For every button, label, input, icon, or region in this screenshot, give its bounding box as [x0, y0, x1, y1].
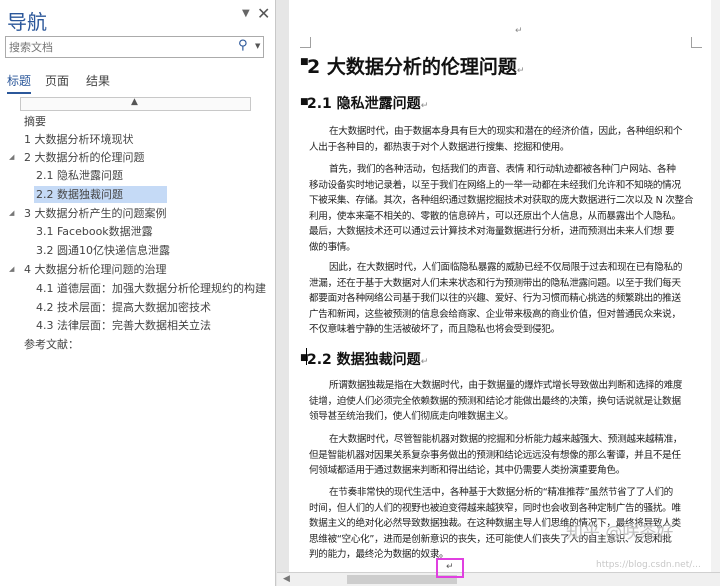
nav-heading-label: 4.1 道德层面：加强大数据分析伦理规约的构建 — [36, 282, 266, 295]
horizontal-scrollbar[interactable]: ◀ — [277, 572, 720, 586]
vertical-scrollbar[interactable] — [711, 0, 720, 572]
paragraph: 在大数据时代，尽管智能机器对数据的挖掘和分析能力越来越强大、预测越来越精准， 但是… — [309, 432, 682, 479]
nav-heading-label: 3.1 Facebook数据泄露 — [36, 225, 153, 238]
expand-triangle-icon[interactable]: ◢ — [9, 265, 14, 273]
document-page[interactable]: ↵ ■ 2 大数据分析的伦理问题↵ ■ 2.1 隐私泄露问题↵ 在大数据时代，由… — [289, 0, 714, 572]
collapse-all-bar[interactable]: ▲ — [20, 97, 251, 111]
paragraph-line: 移动设备实时地记录着，以至于我们在网络上的一举一动都在未经我们允许和不知晓的情况 — [309, 179, 681, 191]
paragraph-mark: ↵ — [515, 26, 523, 36]
paragraph-line: 因此，在大数据时代，人们面临隐私暴露的威胁已经不仅局限于过去和现在已有隐私的 — [329, 262, 683, 273]
nav-heading-item[interactable]: 4.3 法律层面：完善大数据相关立法 — [34, 317, 211, 334]
navigation-title: 导航 — [7, 10, 47, 34]
highlighted-paragraph-mark: ↵ — [436, 558, 464, 578]
nav-heading-item[interactable]: 参考文献： — [22, 336, 79, 353]
tab-results[interactable]: 结果 — [86, 72, 110, 89]
nav-heading-item[interactable]: 3.1 Facebook数据泄露 — [34, 223, 153, 240]
heading-2-data-dictatorship: 2.2 数据独裁问题↵ — [307, 352, 429, 368]
paragraph-line: 泄漏，还在于基于大数据对人们未来状态和行为预测带出的隐私泄露问题。以至于我们每天 — [309, 277, 681, 289]
scroll-left-icon[interactable]: ◀ — [283, 574, 290, 584]
nav-heading-label: 4 大数据分析伦理问题的治理 — [24, 263, 167, 276]
paragraph-line: 都要面对各种网络公司基于我们以往的兴趣、爱好、行为习惯而精心挑选的频繁跳出的推送 — [309, 293, 681, 304]
nav-heading-label: 3.2 圆通10亿快递信息泄露 — [36, 244, 170, 257]
collapse-icon: ▲ — [131, 97, 138, 107]
paragraph-line: 做的事情。 — [309, 241, 356, 253]
paragraph-line: 领导甚至统治我们，使人们彻底走向唯数据主义。 — [309, 411, 514, 422]
paragraph-line: 人出于各种目的，都热衷于对个人数据进行搜集、挖掘和使用。 — [309, 141, 570, 153]
expand-triangle-icon[interactable]: ◢ — [9, 153, 14, 161]
nav-heading-item[interactable]: 4.2 技术层面：提高大数据加密技术 — [34, 299, 211, 316]
nav-heading-label: 4.2 技术层面：提高大数据加密技术 — [36, 301, 211, 314]
paragraph-line: 但是智能机器对因果关系复杂事务做出的预测和结论远远没有想像的那么奢谭，并且不是任 — [309, 449, 681, 461]
document-area: ↵ ■ 2 大数据分析的伦理问题↵ ■ 2.1 隐私泄露问题↵ 在大数据时代，由… — [277, 0, 720, 586]
nav-heading-item[interactable]: 2.1 隐私泄露问题 — [34, 167, 123, 184]
corner-mark-top-left — [300, 37, 311, 48]
paragraph-line: 何领域都适用于通过数据来判断和得出结论，其中仍需要人类扮演重要角色。 — [309, 465, 625, 476]
nav-heading-label: 1 大数据分析环境现状 — [24, 133, 134, 146]
search-options-chevron-icon[interactable]: ▼ — [255, 42, 260, 50]
nav-heading-label: 2 大数据分析的伦理问题 — [24, 151, 145, 164]
paragraph-line: 下被采集、存储。其次，各种组织通过数据挖掘技术对获取的庞大数据进行二次以及 N … — [309, 195, 694, 206]
nav-heading-item[interactable]: 4.1 道德层面：加强大数据分析伦理规约的构建 — [34, 280, 266, 297]
paragraph: 因此，在大数据时代，人们面临隐私暴露的威胁已经不仅局限于过去和现在已有隐私的泄漏… — [309, 260, 682, 338]
nav-heading-item[interactable]: 2 大数据分析的伦理问题 — [22, 149, 145, 166]
nav-heading-label: 4.3 法律层面：完善大数据相关立法 — [36, 319, 211, 332]
search-input[interactable] — [9, 39, 229, 55]
nav-heading-item[interactable]: 4 大数据分析伦理问题的治理 — [22, 261, 167, 278]
paragraph-line: 时间，但人们的人们的视野也被迫变得越来越狭窄，同时也会收到各种定制广告的骚扰。唯 — [309, 502, 681, 514]
nav-heading-item[interactable]: 3 大数据分析产生的问题案例 — [22, 205, 167, 222]
watermark: 知乎 @咲茶好 — [566, 523, 674, 543]
nav-heading-item[interactable]: 3.2 圆通10亿快递信息泄露 — [34, 242, 170, 259]
close-icon[interactable]: ✕ — [257, 4, 270, 23]
paragraph-line: 徒增，迫使人们必须完全依赖数据的预测和结论才能做出最终的决策，换句话说就是让数据 — [309, 395, 681, 407]
nav-heading-label: 3 大数据分析产生的问题案例 — [24, 207, 167, 220]
paragraph: 首先，我们的各种活动，包括我们的声音、表情 和行动轨迹都被各种门户网站、各种移动… — [309, 162, 693, 255]
search-icon[interactable]: ⚲ — [238, 38, 248, 53]
paragraph: 所谓数据独裁是指在大数据时代，由于数据量的爆炸式增长导致做出判断和选择的难度徒增… — [309, 378, 682, 425]
watermark-url: https://blog.csdn.net/... — [596, 560, 701, 570]
nav-heading-label: 2.2 数据独裁问题 — [36, 188, 123, 201]
paragraph-line: 首先，我们的各种活动，包括我们的声音、表情 和行动轨迹都被各种门户网站、各种 — [329, 164, 676, 175]
heading-2-privacy: 2.1 隐私泄露问题↵ — [307, 96, 429, 112]
chevron-down-icon[interactable]: ▼ — [242, 8, 250, 19]
heading-1: 2 大数据分析的伦理问题↵ — [307, 56, 525, 78]
paragraph-line: 不仅意味着宁静的生活被破坏了，而且隐私也将会受到侵犯。 — [309, 324, 560, 335]
paragraph-line: 在大数据时代，由于数据本身具有巨大的现实和潜在的经济价值，因此，各种组织和个 — [329, 126, 683, 137]
navigation-pane: 导航 ▼ ✕ ⚲ ▼ 标题 页面 结果 ▲ 摘要 1 大数据分析环境现状 2 大数据… — [0, 0, 276, 586]
text-cursor — [306, 348, 307, 365]
nav-heading-item[interactable]: 2.2 数据独裁问题 — [34, 186, 167, 203]
paragraph: 在大数据时代，由于数据本身具有巨大的现实和潜在的经济价值，因此，各种组织和个人出… — [309, 124, 682, 155]
paragraph-line: 所谓数据独裁是指在大数据时代，由于数据量的爆炸式增长导致做出判断和选择的难度 — [329, 380, 683, 391]
tab-pages[interactable]: 页面 — [45, 72, 69, 89]
tab-headings[interactable]: 标题 — [7, 72, 32, 94]
paragraph-line: 利用，使本来毫不相关的、零散的信息碎片，可以还原出个人信息，从而暴露出个人隐私。 — [309, 210, 681, 222]
corner-mark-top-right — [691, 37, 702, 48]
paragraph-line: 在大数据时代，尽管智能机器对数据的挖掘和分析能力越来越强大、预测越来越精准， — [329, 434, 683, 445]
paragraph-line: 最后，大数据技术还可以通过云计算技术对海量数据进行分析，进而预测出未来人们想 要 — [309, 226, 675, 237]
nav-heading-item[interactable]: 1 大数据分析环境现状 — [22, 131, 134, 148]
paragraph-line: 在节奏非常快的现代生活中，各种基于大数据分析的“精准推荐”虽然节省了了人们的 — [329, 487, 673, 498]
nav-heading-label: 摘要 — [24, 115, 46, 128]
nav-heading-label: 2.1 隐私泄露问题 — [36, 169, 123, 182]
paragraph-line: 广告和新闻，这些被预测的信息会给商家、企业带来极高的商业价值，但对普通民众来说， — [309, 308, 681, 320]
search-box[interactable]: ⚲ ▼ — [5, 36, 264, 58]
nav-heading-item[interactable]: 摘要 — [22, 113, 46, 130]
nav-heading-label: 参考文献： — [24, 338, 79, 351]
expand-triangle-icon[interactable]: ◢ — [9, 209, 14, 217]
